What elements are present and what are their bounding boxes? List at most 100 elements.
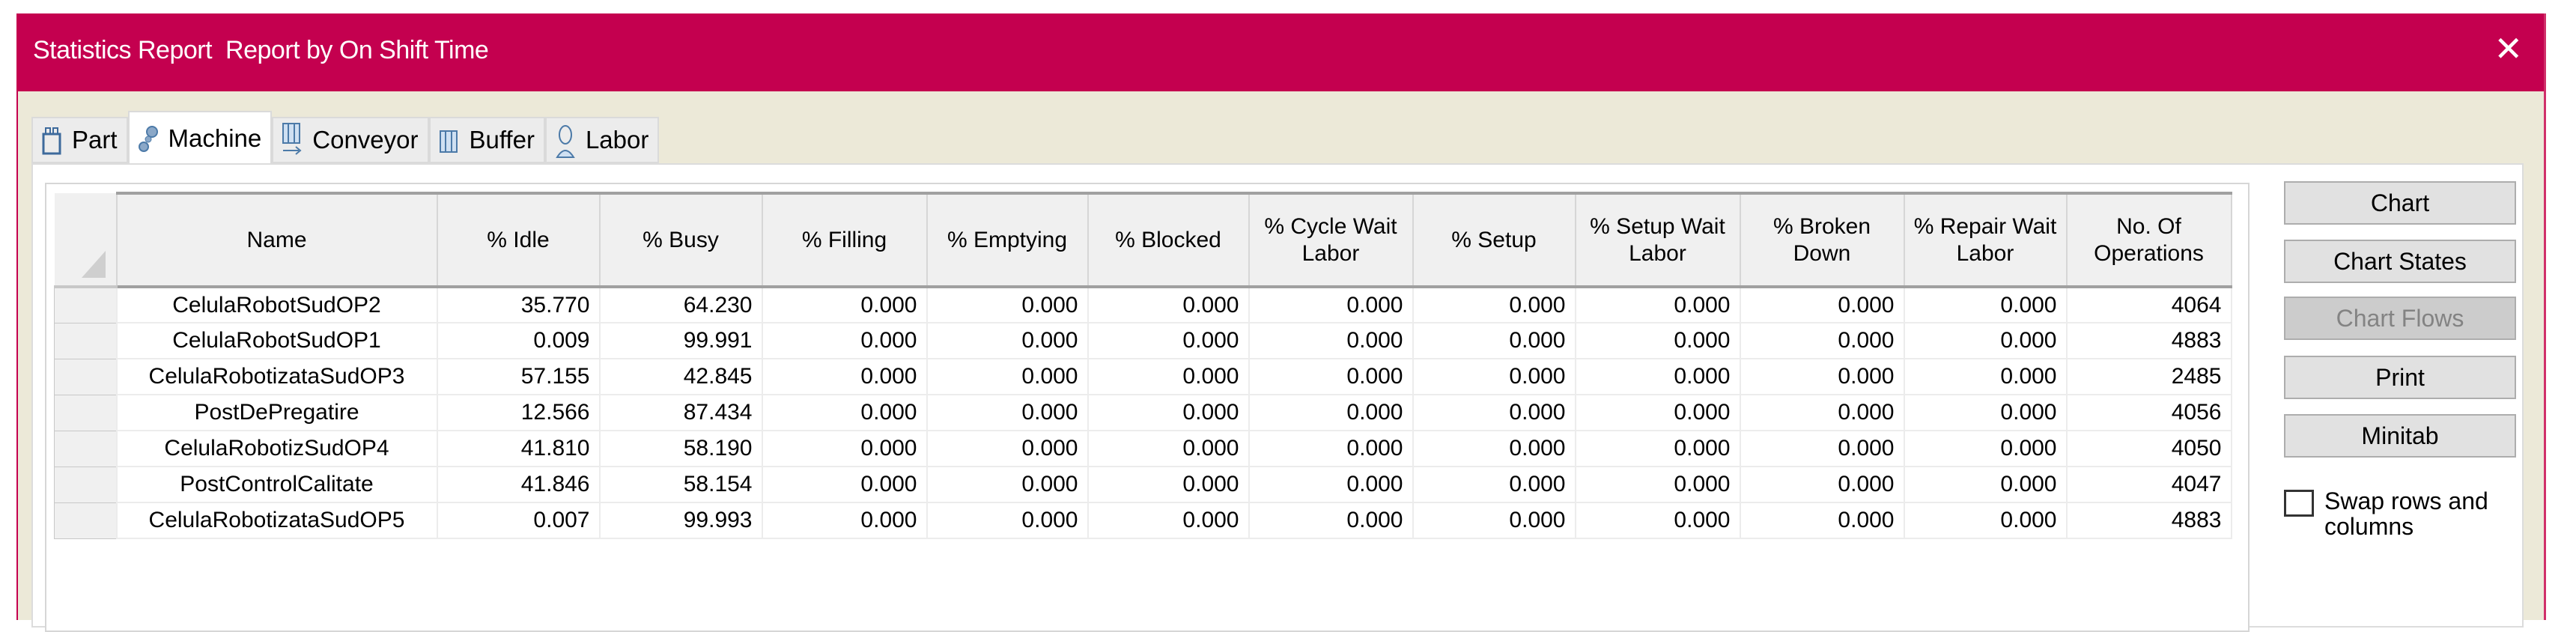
value-cell[interactable]: 0.007 [436,502,601,539]
value-cell[interactable]: 99.993 [598,502,763,539]
value-cell[interactable]: 64.230 [598,286,763,323]
table-row[interactable]: PostControlCalitate 41.846 58.154 0.000 0.00… [54,466,2232,503]
table-row[interactable]: CelulaRobotizataSudOP3 57.155 42.845 0.000 0… [54,358,2232,395]
value-cell[interactable]: 0.000 [1412,358,1576,395]
value-cell[interactable]: 0.000 [1412,286,1576,323]
column-header[interactable]: % Filling [762,192,928,288]
value-cell[interactable]: 0.000 [1087,502,1250,539]
machine-name-cell[interactable]: PostDePregatire [115,394,438,431]
value-cell[interactable]: 0.000 [1739,358,1905,395]
column-header[interactable]: % Emptying [926,192,1089,288]
value-cell[interactable]: 2485 [2065,358,2232,395]
value-cell[interactable]: 4050 [2065,430,2232,467]
table-row[interactable]: CelulaRobotizSudOP4 41.810 58.190 0.000 0.00… [54,430,2232,467]
column-header[interactable]: No. Of Operations [2066,192,2232,288]
tab-part[interactable]: Part [31,117,128,163]
value-cell[interactable]: 99.991 [598,322,763,359]
value-cell[interactable]: 0.000 [1087,286,1250,323]
value-cell[interactable]: 0.000 [1574,502,1741,539]
table-row[interactable]: CelulaRobotizataSudOP5 0.007 99.993 0.000 0.… [54,502,2232,539]
table-row[interactable]: CelulaRobotSudOP1 0.009 99.991 0.000 0.000 0.… [54,322,2232,359]
value-cell[interactable]: 0.009 [436,322,601,359]
value-cell[interactable]: 0.000 [926,394,1089,431]
tab-buffer[interactable]: Buffer [428,117,545,163]
select-all-corner[interactable] [54,193,118,288]
value-cell[interactable]: 58.154 [598,466,763,503]
minitab-button[interactable]: Minitab [2284,414,2516,458]
value-cell[interactable]: 58.190 [598,430,763,467]
value-cell[interactable]: 0.000 [1412,322,1576,359]
column-header[interactable]: % Repair Wait Labor [1904,192,2068,288]
value-cell[interactable]: 0.000 [1087,358,1250,395]
value-cell[interactable]: 0.000 [1739,502,1905,539]
value-cell[interactable]: 0.000 [1087,466,1250,503]
value-cell[interactable]: 0.000 [1903,466,2068,503]
value-cell[interactable]: 57.155 [436,358,601,395]
value-cell[interactable]: 0.000 [926,430,1089,467]
value-cell[interactable]: 41.846 [436,466,601,503]
value-cell[interactable]: 0.000 [1903,358,2068,395]
row-header[interactable] [54,466,117,503]
column-header[interactable]: % Idle [437,192,601,288]
row-header[interactable] [54,358,117,395]
value-cell[interactable]: 35.770 [436,286,601,323]
value-cell[interactable]: 0.000 [1087,394,1250,431]
value-cell[interactable]: 87.434 [598,394,763,431]
value-cell[interactable]: 0.000 [926,358,1089,395]
value-cell[interactable]: 0.000 [1903,322,2068,359]
value-cell[interactable]: 0.000 [1903,394,2068,431]
value-cell[interactable]: 0.000 [1412,466,1576,503]
value-cell[interactable]: 0.000 [1574,286,1741,323]
tab-conveyor[interactable]: Conveyor [272,117,429,163]
value-cell[interactable]: 42.845 [598,358,763,395]
value-cell[interactable]: 0.000 [1087,322,1250,359]
machine-name-cell[interactable]: CelulaRobotSudOP2 [115,286,438,323]
value-cell[interactable]: 0.000 [1903,502,2068,539]
machine-name-cell[interactable]: PostControlCalitate [115,466,438,503]
value-cell[interactable]: 0.000 [761,358,928,395]
column-header[interactable]: % Setup [1412,192,1576,288]
value-cell[interactable]: 12.566 [436,394,601,431]
value-cell[interactable]: 0.000 [926,286,1089,323]
value-cell[interactable]: 0.000 [1903,286,2068,323]
value-cell[interactable]: 0.000 [761,502,928,539]
table-row[interactable]: PostDePregatire 12.566 87.434 0.000 0.000 0.0… [54,394,2232,431]
title-bar[interactable]: Statistics Report Report by On Shift Time… [18,13,2544,91]
row-header[interactable] [54,322,117,359]
value-cell[interactable]: 0.000 [1739,466,1905,503]
value-cell[interactable]: 4883 [2065,502,2232,539]
row-header[interactable] [54,502,117,539]
statistics-grid[interactable]: Name% Idle% Busy% Filling% Emptying% Blo… [45,183,2250,632]
value-cell[interactable]: 0.000 [1087,430,1250,467]
value-cell[interactable]: 0.000 [1412,430,1576,467]
print-button[interactable]: Print [2284,356,2516,399]
machine-name-cell[interactable]: CelulaRobotizSudOP4 [115,430,438,467]
value-cell[interactable]: 0.000 [1574,358,1741,395]
value-cell[interactable]: 0.000 [1574,466,1741,503]
value-cell[interactable]: 4883 [2065,322,2232,359]
value-cell[interactable]: 0.000 [1248,394,1414,431]
column-header[interactable]: % Cycle Wait Labor [1248,192,1414,288]
value-cell[interactable]: 0.000 [1248,322,1414,359]
value-cell[interactable]: 0.000 [926,466,1089,503]
value-cell[interactable]: 0.000 [1739,286,1905,323]
value-cell[interactable]: 0.000 [761,322,928,359]
column-header[interactable]: Name [116,192,438,288]
value-cell[interactable]: 0.000 [761,466,928,503]
column-header[interactable]: % Blocked [1087,192,1250,288]
tab-machine[interactable]: Machine [127,111,273,165]
row-header[interactable] [54,394,117,431]
value-cell[interactable]: 4064 [2065,286,2232,323]
row-header[interactable] [54,430,117,467]
swap-rows-columns-checkbox[interactable]: Swap rows and columns [2284,488,2519,539]
value-cell[interactable]: 4047 [2065,466,2232,503]
checkbox-box[interactable] [2284,490,2314,517]
table-row[interactable]: CelulaRobotSudOP2 35.770 64.230 0.000 0.000 0… [54,286,2232,323]
value-cell[interactable]: 0.000 [1412,502,1576,539]
value-cell[interactable]: 0.000 [761,286,928,323]
value-cell[interactable]: 0.000 [1248,358,1414,395]
value-cell[interactable]: 0.000 [926,322,1089,359]
machine-name-cell[interactable]: CelulaRobotSudOP1 [115,322,438,359]
value-cell[interactable]: 0.000 [1739,430,1905,467]
value-cell[interactable]: 41.810 [436,430,601,467]
